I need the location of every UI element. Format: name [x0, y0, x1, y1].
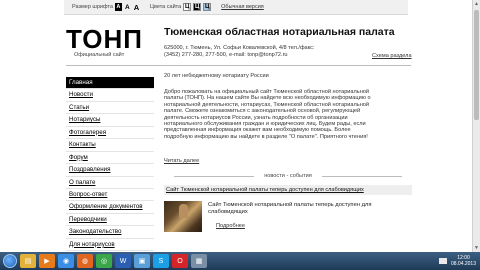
- opera-icon[interactable]: O: [172, 254, 188, 268]
- sidebar-nav: Главная Новости Статьи Нотариусы Фотогал…: [66, 77, 154, 252]
- sidebar-item-forum[interactable]: Форум: [66, 152, 154, 165]
- address-line: 625000, г. Тюмень, Ул. Софьи Ковалевской…: [164, 45, 315, 51]
- word-icon[interactable]: W: [115, 254, 131, 268]
- clock-date: 08.04.2013: [450, 261, 476, 267]
- sidebar-item-gallery[interactable]: Фотогалерея: [66, 127, 154, 140]
- media-icon[interactable]: ▶: [39, 254, 55, 268]
- welcome-text: Добро пожаловать на официальный сайт Тюм…: [164, 89, 410, 140]
- color-scheme-label: Цвета сайта: [149, 4, 182, 10]
- font-size-small-button[interactable]: A: [114, 3, 122, 11]
- scroll-down-arrow-icon[interactable]: ▼: [473, 244, 480, 252]
- intro-heading: 20 лет небюджетному нотариату России: [164, 73, 269, 79]
- sitemap-link[interactable]: Схема раздела: [372, 53, 412, 59]
- logo-subtitle: Официальный сайт: [74, 52, 125, 58]
- skype-icon[interactable]: S: [153, 254, 169, 268]
- news-headline-link[interactable]: Сайт Тюменской нотариальной палаты тепер…: [164, 185, 412, 195]
- sidebar-item-legislation[interactable]: Законодательство: [66, 226, 154, 239]
- scroll-up-arrow-icon[interactable]: ▲: [473, 0, 480, 8]
- os-taskbar: ▤ ▶ ◉ ◍ ◎ W ▣ S O ▦ 12:00 08.04.2013: [0, 252, 480, 270]
- welcome-line: подробную информацию вы найдете в раздел…: [164, 133, 368, 140]
- sidebar-item-news[interactable]: Новости: [66, 89, 154, 102]
- color-scheme-white-button[interactable]: Ц: [183, 3, 192, 11]
- system-tray: 12:00 08.04.2013: [436, 255, 476, 267]
- start-button-icon[interactable]: [3, 254, 17, 268]
- page-scrollbar[interactable]: ▲ ▼: [472, 0, 480, 252]
- sidebar-item-notaries[interactable]: Нотариусы: [66, 114, 154, 127]
- header-divider: [66, 65, 411, 66]
- sidebar-item-faq[interactable]: Вопрос-ответ: [66, 189, 154, 202]
- browser-icon[interactable]: ◉: [58, 254, 74, 268]
- folder-icon[interactable]: ▤: [20, 254, 36, 268]
- firefox-icon[interactable]: ◍: [77, 254, 93, 268]
- font-size-label: Размер шрифта: [72, 4, 113, 10]
- sidebar-item-articles[interactable]: Статьи: [66, 102, 154, 115]
- contact-address: 625000, г. Тюмень, Ул. Софьи Ковалевской…: [164, 45, 315, 59]
- scrollbar-thumb[interactable]: [474, 10, 479, 120]
- sidebar-item-home[interactable]: Главная: [66, 77, 154, 90]
- sidebar-item-translators[interactable]: Переводчики: [66, 214, 154, 227]
- taskbar-apps: ▤ ▶ ◉ ◍ ◎ W ▣ S O ▦: [17, 254, 207, 268]
- sidebar-item-contacts[interactable]: Контакты: [66, 139, 154, 152]
- sidebar-item-for-notaries[interactable]: Для нотариусов: [66, 239, 154, 252]
- full-version-link[interactable]: Обычная версия: [221, 4, 264, 10]
- app-icon[interactable]: ▣: [134, 254, 150, 268]
- sidebar-item-about[interactable]: О палате: [66, 177, 154, 189]
- sidebar-item-documents[interactable]: Оформление документов: [66, 201, 154, 214]
- sidebar-item-congratulations[interactable]: Поздравления: [66, 164, 154, 177]
- news-thumbnail-image[interactable]: [164, 201, 202, 232]
- color-scheme-black-button[interactable]: Ц: [193, 3, 202, 11]
- news-item-title: Сайт Тюменской нотариальной палаты тепер…: [208, 202, 372, 215]
- language-flag-icon[interactable]: [438, 258, 447, 264]
- accessibility-bar: Размер шрифта A A A Цвета сайта Ц Ц Ц Об…: [64, 0, 408, 15]
- read-more-link[interactable]: Читать далее: [164, 158, 199, 164]
- font-size-medium-button[interactable]: A: [124, 3, 131, 11]
- chrome-icon[interactable]: ◎: [96, 254, 112, 268]
- font-size-large-button[interactable]: A: [133, 3, 140, 12]
- news-section-title: новости - события: [164, 173, 412, 179]
- phone-email-line: (3452) 277-280, 277-500, e-mail: tonp@to…: [164, 52, 288, 58]
- news-more-link[interactable]: Подробнее: [216, 223, 245, 229]
- page-title: Тюменская областная нотариальная палата: [164, 26, 395, 38]
- files-icon[interactable]: ▦: [191, 254, 207, 268]
- clock[interactable]: 12:00 08.04.2013: [451, 255, 476, 267]
- site-logo[interactable]: ТОНП: [66, 24, 143, 55]
- color-scheme-blue-button[interactable]: Ц: [203, 3, 212, 11]
